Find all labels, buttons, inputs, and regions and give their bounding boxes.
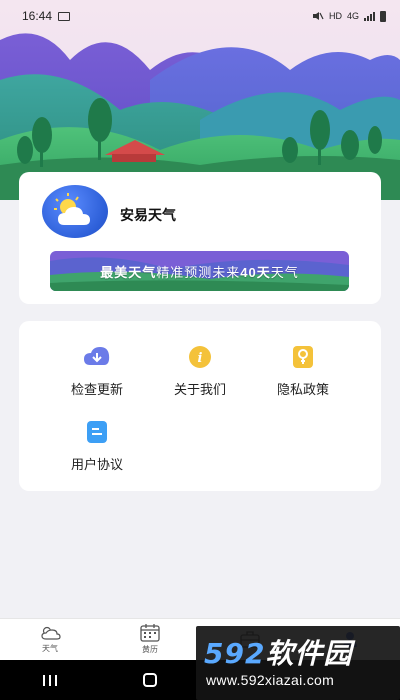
- status-indicators: HD 4G: [312, 10, 386, 22]
- banner-tail: 天气: [270, 264, 299, 280]
- status-time: 16:44: [22, 9, 53, 23]
- app-name: 安易天气: [120, 207, 176, 223]
- watermark-url: www.592xiazai.com: [206, 672, 335, 688]
- watermark-logo-text: 软件园: [265, 637, 353, 670]
- menu-label: 用户协议: [70, 457, 123, 472]
- home-icon: [143, 673, 157, 687]
- banner-middle: 精准预测未来: [156, 264, 241, 280]
- battery-icon: [380, 10, 386, 22]
- document-icon: [83, 418, 111, 446]
- promo-banner[interactable]: 最美天气 精准预测未来 40天 天气: [50, 251, 349, 291]
- about-us-button[interactable]: i 关于我们: [150, 343, 250, 398]
- user-agreement-button[interactable]: 用户协议: [47, 418, 147, 473]
- watermark-logo-number: 592: [204, 637, 266, 670]
- check-update-button[interactable]: 检查更新: [47, 343, 147, 398]
- svg-text:i: i: [198, 351, 203, 366]
- cloud-download-icon: [83, 343, 111, 371]
- banner-bold: 最美天气: [100, 264, 157, 280]
- menu-card: 检查更新 i 关于我们 隐私政策 用户协议: [19, 321, 381, 491]
- status-bar: 16:44 HD 4G: [0, 0, 400, 32]
- menu-label: 检查更新: [70, 382, 123, 397]
- nav-weather[interactable]: 天气: [0, 619, 100, 660]
- gallery-icon: [58, 11, 71, 21]
- sun-cloud-icon: [42, 185, 108, 238]
- network-label: 4G: [346, 11, 359, 21]
- signal-icon: [364, 11, 375, 21]
- nav-label: 黄历: [142, 645, 158, 654]
- lock-icon: [289, 343, 317, 371]
- privacy-policy-button[interactable]: 隐私政策: [253, 343, 353, 398]
- menu-label: 关于我们: [173, 382, 226, 397]
- calendar-icon: [140, 624, 160, 642]
- menu-icon: [43, 674, 57, 686]
- hd-label: HD: [328, 11, 342, 21]
- mute-icon: [312, 12, 324, 20]
- weather-icon: [41, 626, 61, 640]
- banner-days: 40天: [240, 264, 271, 280]
- nav-calendar[interactable]: 黄历: [100, 619, 200, 660]
- info-icon: i: [186, 343, 214, 371]
- menu-label: 隐私政策: [276, 382, 329, 397]
- banner-text: 最美天气 精准预测未来 40天 天气: [50, 251, 349, 291]
- recent-apps-button[interactable]: [0, 674, 100, 686]
- home-button[interactable]: [100, 673, 200, 687]
- watermark-logo: 592软件园: [204, 632, 352, 672]
- nav-label: 天气: [42, 644, 58, 653]
- app-info-card: 安易天气 最美天气 精准预测未来 40天 天气: [19, 172, 381, 304]
- watermark: 592软件园 www.592xiazai.com: [196, 626, 400, 700]
